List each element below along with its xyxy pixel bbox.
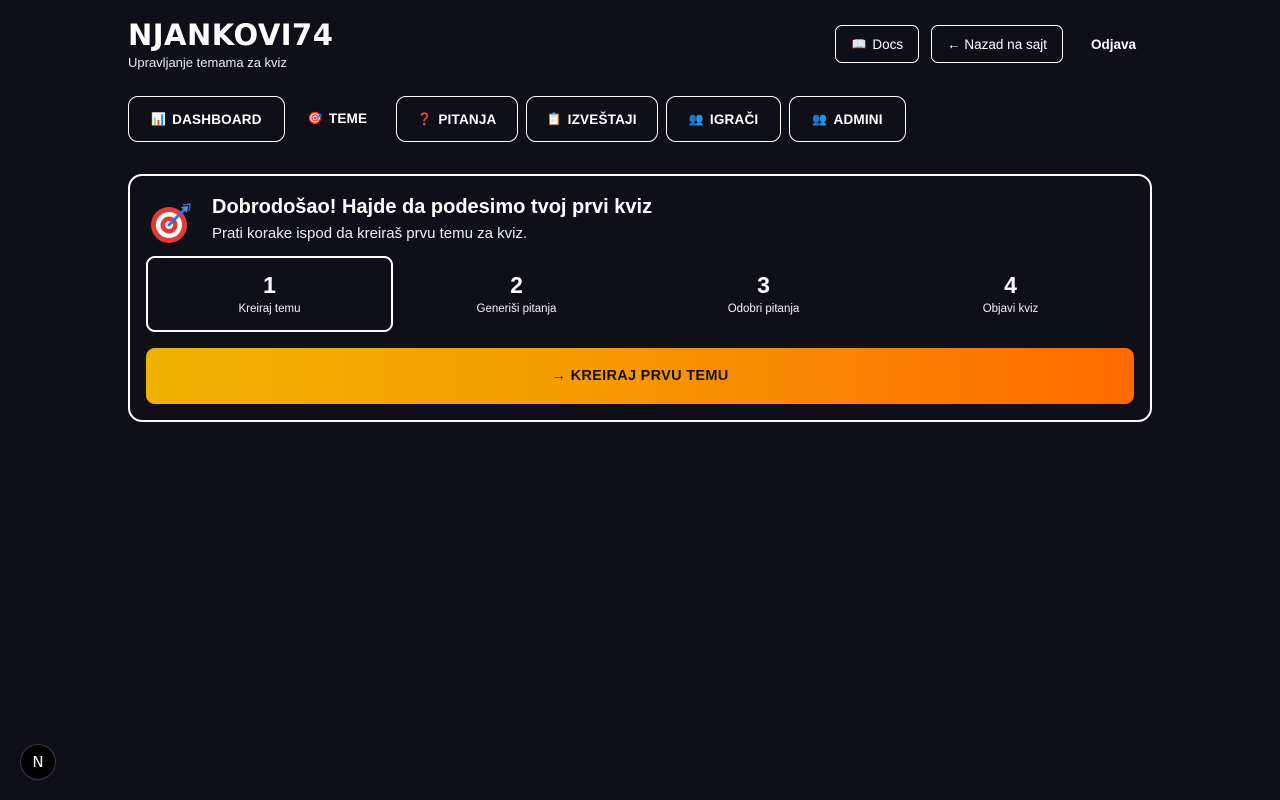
step-number: 2 — [510, 271, 523, 298]
logout-label: Odjava — [1090, 36, 1136, 52]
step-approve-questions[interactable]: 3 Odobri pitanja — [640, 256, 887, 332]
tab-igraci[interactable]: 👥 IGRAČI — [665, 96, 782, 142]
onboarding-steps: 1 Kreiraj temu 2 Generiši pitanja 3 Odob… — [146, 256, 1134, 332]
tab-admini[interactable]: 👥 ADMINI — [789, 96, 906, 142]
tab-label: IGRAČI — [709, 111, 759, 127]
target-icon: 🎯 — [307, 111, 323, 125]
tab-label: ADMINI — [833, 111, 883, 127]
step-number: 3 — [757, 271, 770, 298]
step-label: Generiši pitanja — [476, 302, 557, 315]
nextjs-dev-badge[interactable]: N — [20, 744, 56, 780]
tab-label: IZVEŠTAJI — [567, 111, 637, 127]
top-actions: 📖 Docs ← Nazad na sajt Odjava — [835, 25, 1152, 63]
clipboard-icon: 📋 — [546, 112, 562, 126]
tab-teme[interactable]: 🎯 TEME — [293, 96, 388, 140]
docs-label: Docs — [872, 36, 904, 52]
back-to-site-button[interactable]: ← Nazad na sajt — [931, 25, 1063, 63]
step-label: Objavi kviz — [982, 302, 1039, 315]
tab-pitanja[interactable]: ❓ PITANJA — [396, 96, 518, 142]
welcome-card: Dobrodošao! Hajde da podesimo tvoj prvi … — [128, 174, 1152, 422]
tab-label: PITANJA — [438, 111, 497, 127]
create-first-topic-button[interactable]: → KREIRAJ PRVU TEMU — [146, 348, 1134, 404]
target-icon — [151, 203, 191, 243]
step-create-topic[interactable]: 1 Kreiraj temu — [146, 256, 393, 332]
step-publish-quiz[interactable]: 4 Objavi kviz — [887, 256, 1134, 332]
step-label: Kreiraj temu — [238, 302, 301, 315]
main-tabs: 📊 DASHBOARD 🎯 TEME ❓ PITANJA 📋 IZVEŠTAJI… — [128, 96, 906, 142]
brand-subtitle: Upravljanje temama za kviz — [128, 55, 287, 70]
question-icon: ❓ — [417, 112, 433, 126]
tab-izvestaji[interactable]: 📋 IZVEŠTAJI — [525, 96, 658, 142]
step-label: Odobri pitanja — [727, 302, 800, 315]
step-number: 4 — [1004, 271, 1017, 298]
step-number: 1 — [263, 271, 276, 298]
users-icon: 👥 — [688, 112, 704, 126]
page-header: NJANKOVI74 Upravljanje temama za kviz 📖 … — [128, 18, 1152, 78]
logout-button[interactable]: Odjava — [1075, 25, 1152, 63]
brand-title: NJANKOVI74 — [128, 18, 334, 52]
back-to-site-label: ← Nazad na sajt — [947, 36, 1047, 52]
users-icon: 👥 — [812, 112, 828, 126]
tab-label: TEME — [328, 110, 368, 126]
create-first-topic-label: → KREIRAJ PRVU TEMU — [551, 368, 729, 384]
welcome-subtitle: Prati korake ispod da kreiraš prvu temu … — [212, 225, 528, 242]
nextjs-logo-icon: N — [32, 753, 44, 771]
tab-label: DASHBOARD — [172, 111, 262, 127]
welcome-title: Dobrodošao! Hajde da podesimo tvoj prvi … — [212, 196, 653, 218]
book-icon: 📖 — [851, 37, 867, 51]
bar-chart-icon: 📊 — [151, 112, 167, 126]
step-generate-questions[interactable]: 2 Generiši pitanja — [393, 256, 640, 332]
tab-dashboard[interactable]: 📊 DASHBOARD — [128, 96, 285, 142]
docs-button[interactable]: 📖 Docs — [835, 25, 920, 63]
